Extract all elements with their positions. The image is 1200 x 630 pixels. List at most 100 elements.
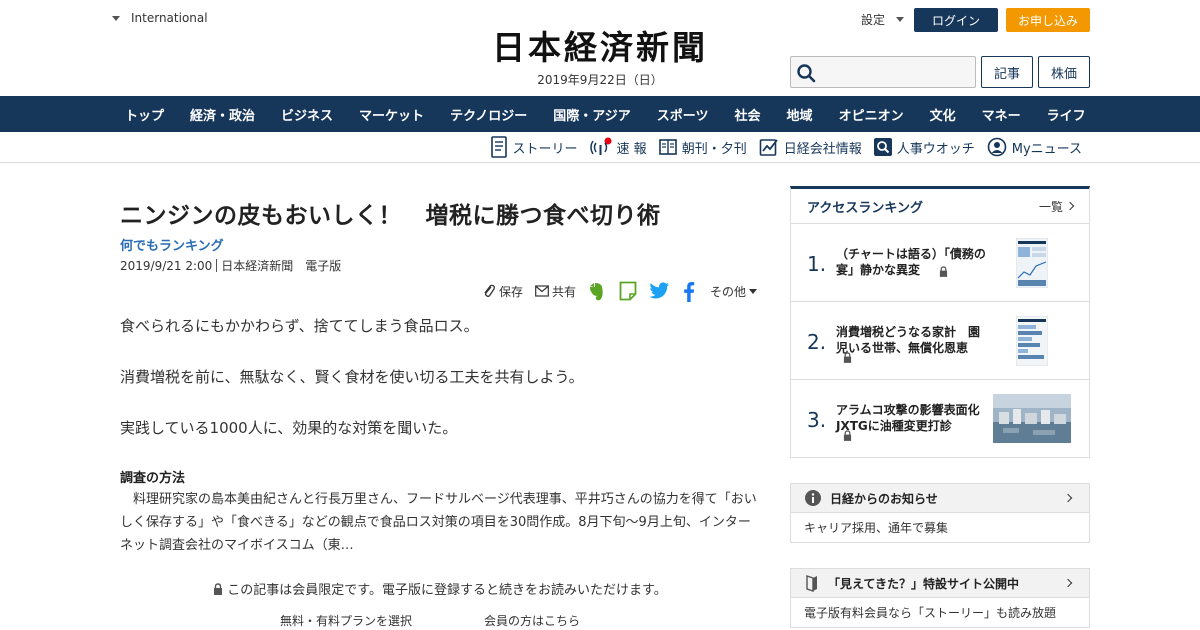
nav-item[interactable]: スポーツ <box>644 105 722 124</box>
method-text: 料理研究家の島本美由紀さんと行長万里さん、フードサルベージ代表理事、平井巧さんの… <box>120 492 757 553</box>
ranking-item[interactable]: 3. アラムコ攻撃の影響表面化 JXTGに油種変更打診 <box>791 380 1089 458</box>
series-link[interactable]: 何でもランキング <box>120 235 224 254</box>
ranking-item[interactable]: 2. 消費増税どうなる家計 園児いる世帯、無償化恩恵 <box>791 302 1089 380</box>
nikkei-notice[interactable]: 日経からのお知らせ キャリア採用、通年で募集 <box>790 483 1090 543</box>
paragraph: 実践している1000人に、効果的な対策を聞いた。 <box>120 419 458 437</box>
twitter-icon[interactable] <box>649 282 670 300</box>
sub-navigation: ストーリー 速 報 朝刊・夕刊 日経会社情報 人事ウオッチ Myニュース <box>0 132 1200 163</box>
article-title: ニンジンの皮もおいしく！ 増税に勝つ食べ切り術 <box>120 203 661 229</box>
member-login-link[interactable]: 会員の方はこちら <box>484 612 580 629</box>
user-icon <box>987 137 1007 157</box>
paperclip-icon <box>484 284 495 297</box>
article-datetime: 2019/9/21 2:00 <box>120 258 213 273</box>
rank-headline: 消費増税どうなる家計 園児いる世帯、無償化恩恵 <box>836 325 981 355</box>
caret-down-icon <box>112 15 120 21</box>
article-thumbnail <box>1016 238 1048 288</box>
subnav-personnel[interactable]: 人事ウオッチ <box>873 138 975 157</box>
subnav-mynews[interactable]: Myニュース <box>987 137 1082 157</box>
nav-item[interactable]: トップ <box>112 105 177 124</box>
ranking-item[interactable]: 1. （チャートは語る）「債務の宴」静かな異変 <box>791 224 1089 302</box>
caret-down-icon <box>896 17 905 22</box>
rank-number: 3. <box>807 408 827 432</box>
lock-icon <box>843 352 852 363</box>
nav-item[interactable]: テクノロジー <box>437 105 540 124</box>
search-input[interactable] <box>821 57 971 87</box>
evernote-icon[interactable] <box>587 282 605 302</box>
article-thumbnail <box>1016 316 1048 366</box>
more-label: その他 <box>710 284 747 299</box>
ranking-more-link[interactable]: 一覧 <box>1038 198 1075 215</box>
notice-header: 「見えてきた？」特設サイト公開中 <box>791 569 1089 598</box>
ranking-title: アクセスランキング <box>807 200 923 216</box>
chevron-right-icon <box>1063 493 1073 503</box>
lock-icon <box>214 582 223 595</box>
paragraph: 消費増税を前に、無駄なく、賢く食材を使い切る工夫を共有しよう。 <box>120 368 584 386</box>
rank-number: 2. <box>807 330 827 354</box>
notice-header: 日経からのお知らせ <box>791 484 1089 513</box>
nav-item[interactable]: 国際・アジア <box>540 105 643 124</box>
paragraph: 食べられるにもかかわらず、捨ててしまう食品ロス。 <box>120 317 479 335</box>
lock-icon <box>939 266 948 277</box>
notice-body: 電子版有料会員なら「ストーリー」も読み放題 <box>804 606 1057 620</box>
nikkei-logo[interactable]: 日本経済新聞 <box>452 28 748 68</box>
subnav-personnel-label: 人事ウオッチ <box>896 141 975 157</box>
save-button[interactable]: 保存 <box>482 283 523 300</box>
special-site-notice[interactable]: 「見えてきた？」特設サイト公開中 電子版有料会員なら「ストーリー」も読み放題 <box>790 568 1090 628</box>
mail-icon <box>535 285 549 297</box>
caret-down-icon <box>749 288 758 294</box>
nav-item[interactable]: 地域 <box>774 105 826 124</box>
search-icon[interactable] <box>796 63 816 83</box>
chevron-right-icon <box>1063 578 1073 588</box>
subnav-papers[interactable]: 朝刊・夕刊 <box>658 138 747 157</box>
search-box <box>790 56 976 88</box>
international-label: International <box>131 11 208 25</box>
share-bar: 保存 共有 その他 <box>480 280 760 302</box>
book-icon <box>806 575 817 592</box>
nav-item[interactable]: ビジネス <box>268 105 346 124</box>
settings-menu[interactable]: 設定 <box>861 11 905 28</box>
article-search-button[interactable]: 記事 <box>981 56 1033 88</box>
ranking-more-label: 一覧 <box>1038 199 1063 214</box>
notice-title: 「見えてきた？」特設サイト公開中 <box>828 576 1020 591</box>
nav-item[interactable]: 経済・政治 <box>177 105 268 124</box>
facebook-icon[interactable] <box>683 282 695 302</box>
paywall-notice: この記事は会員限定です。電子版に登録すると続きをお読みいただけます。 <box>120 579 760 598</box>
nav-item[interactable]: オピニオン <box>826 105 917 124</box>
ranking-header: アクセスランキング 一覧 <box>791 189 1089 224</box>
login-button[interactable]: ログイン <box>914 8 998 32</box>
subnav-papers-label: 朝刊・夕刊 <box>681 141 747 157</box>
nav-item[interactable]: 社会 <box>722 105 774 124</box>
nav-list: トップ 経済・政治 ビジネス マーケット テクノロジー 国際・アジア スポーツ 社会 地域 オピニ… <box>112 96 1090 132</box>
share-button[interactable]: 共有 <box>535 283 576 300</box>
header-date: 2019年9月22日（日） <box>537 73 663 87</box>
nav-item[interactable]: ライフ <box>1034 105 1099 124</box>
stock-search-button[interactable]: 株価 <box>1038 56 1090 88</box>
nav-item[interactable]: マーケット <box>346 105 437 124</box>
nav-item[interactable]: マネー <box>969 105 1034 124</box>
article-source: 日本経済新聞 電子版 <box>221 259 342 273</box>
document-icon <box>490 136 507 158</box>
more-share-button[interactable]: その他 <box>710 283 758 300</box>
info-icon <box>805 490 821 506</box>
article-body: 食べられるにもかかわらず、捨ててしまう食品ロス。 消費増税を前に、無駄なく、賢く… <box>120 316 760 469</box>
subnav-story[interactable]: ストーリー <box>490 136 578 158</box>
rank-headline: （チャートは語る）「債務の宴」静かな異変 <box>836 247 986 277</box>
note-icon[interactable] <box>619 281 637 301</box>
international-selector[interactable]: International <box>112 11 208 25</box>
share-label: 共有 <box>552 284 577 299</box>
subnav-breaking[interactable]: 速 報 <box>589 137 647 157</box>
subnav-mynews-label: Myニュース <box>1011 141 1082 157</box>
notice-body: キャリア採用、通年で募集 <box>804 521 949 535</box>
paywall-text: この記事は会員限定です。電子版に登録すると続きをお読みいただけます。 <box>227 583 667 598</box>
save-label: 保存 <box>499 284 524 299</box>
apply-button[interactable]: お申し込み <box>1006 8 1090 32</box>
notice-title: 日経からのお知らせ <box>830 491 938 506</box>
subnav-story-label: ストーリー <box>512 141 578 157</box>
subnav-company[interactable]: 日経会社情報 <box>759 137 862 157</box>
nav-item[interactable]: 文化 <box>917 105 969 124</box>
plan-select-link[interactable]: 無料・有料プランを選択 <box>280 612 412 629</box>
article-meta: 2019/9/21 2:00 日本経済新聞 電子版 <box>120 257 341 274</box>
newspaper-icon <box>658 139 677 155</box>
main-navigation: トップ 経済・政治 ビジネス マーケット テクノロジー 国際・アジア スポーツ 社会 地域 オピニ… <box>0 96 1200 132</box>
magnifier-box-icon <box>873 138 892 156</box>
